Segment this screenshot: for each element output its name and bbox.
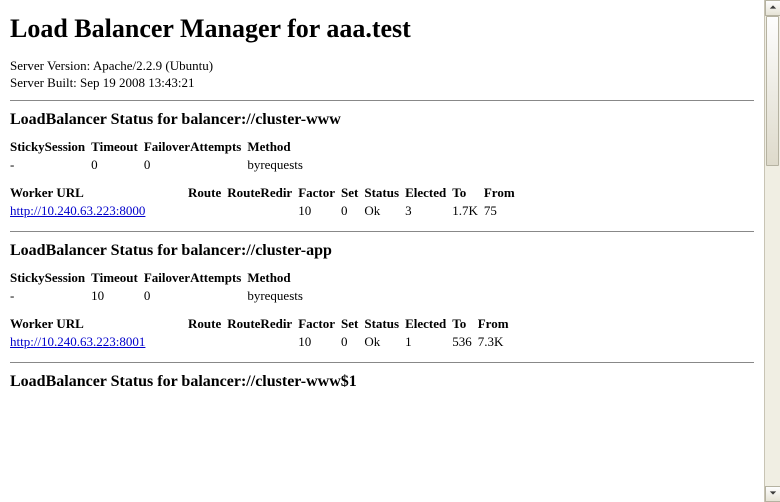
- col-from: From: [478, 316, 515, 334]
- cell-method: byrequests: [247, 288, 309, 306]
- cell-from: 7.3K: [478, 334, 515, 352]
- col-failover: FailoverAttempts: [144, 139, 247, 157]
- server-built-line: Server Built: Sep 19 2008 13:43:21: [10, 75, 754, 92]
- divider: [10, 231, 754, 232]
- cell-method: byrequests: [247, 157, 309, 175]
- col-route-redir: RouteRedir: [227, 316, 298, 334]
- vertical-scrollbar[interactable]: [764, 0, 780, 502]
- settings-row: - 10 0 byrequests: [10, 288, 309, 306]
- col-status: Status: [364, 185, 405, 203]
- divider: [10, 362, 754, 363]
- cell-set: 0: [341, 334, 364, 352]
- workers-header-row: Worker URL Route RouteRedir Factor Set S…: [10, 316, 515, 334]
- col-sticky: StickySession: [10, 270, 91, 288]
- cell-failover: 0: [144, 157, 247, 175]
- cell-failover: 0: [144, 288, 247, 306]
- col-route: Route: [188, 185, 227, 203]
- col-set: Set: [341, 316, 364, 334]
- divider: [10, 100, 754, 101]
- col-factor: Factor: [298, 185, 341, 203]
- content-area: Load Balancer Manager for aaa.test Serve…: [0, 0, 764, 502]
- balancer-title: LoadBalancer Status for balancer://clust…: [10, 111, 754, 129]
- cell-status: Ok: [364, 203, 405, 221]
- server-version-value: Apache/2.2.9 (Ubuntu): [93, 58, 213, 73]
- col-timeout: Timeout: [91, 139, 144, 157]
- col-factor: Factor: [298, 316, 341, 334]
- col-status: Status: [364, 316, 405, 334]
- settings-row: - 0 0 byrequests: [10, 157, 309, 175]
- col-elected: Elected: [405, 185, 452, 203]
- page-title: Load Balancer Manager for aaa.test: [10, 14, 754, 44]
- chevron-down-icon: [769, 486, 777, 502]
- cell-route-redir: [227, 334, 298, 352]
- col-set: Set: [341, 185, 364, 203]
- worker-row: http://10.240.63.223:8001 10 0 Ok 1 536 …: [10, 334, 515, 352]
- cell-elected: 1: [405, 334, 452, 352]
- cell-to: 536: [452, 334, 478, 352]
- col-worker-url: Worker URL: [10, 316, 188, 334]
- col-elected: Elected: [405, 316, 452, 334]
- col-timeout: Timeout: [91, 270, 144, 288]
- settings-header-row: StickySession Timeout FailoverAttempts M…: [10, 139, 309, 157]
- col-to: To: [452, 316, 478, 334]
- settings-header-row: StickySession Timeout FailoverAttempts M…: [10, 270, 309, 288]
- scroll-up-button[interactable]: [765, 0, 780, 16]
- worker-row: http://10.240.63.223:8000 10 0 Ok 3 1.7K…: [10, 203, 521, 221]
- chevron-up-icon: [769, 0, 777, 16]
- col-failover: FailoverAttempts: [144, 270, 247, 288]
- cell-status: Ok: [364, 334, 405, 352]
- col-route: Route: [188, 316, 227, 334]
- col-method: Method: [247, 270, 309, 288]
- scrollbar-track[interactable]: [765, 16, 780, 486]
- cell-route: [188, 334, 227, 352]
- cell-elected: 3: [405, 203, 452, 221]
- balancer-title: LoadBalancer Status for balancer://clust…: [10, 373, 754, 391]
- server-built-label: Server Built:: [10, 75, 77, 90]
- balancer-settings-table: StickySession Timeout FailoverAttempts M…: [10, 270, 309, 306]
- workers-table: Worker URL Route RouteRedir Factor Set S…: [10, 316, 515, 352]
- col-sticky: StickySession: [10, 139, 91, 157]
- cell-timeout: 0: [91, 157, 144, 175]
- workers-header-row: Worker URL Route RouteRedir Factor Set S…: [10, 185, 521, 203]
- scroll-down-button[interactable]: [765, 486, 780, 502]
- cell-set: 0: [341, 203, 364, 221]
- col-from: From: [484, 185, 521, 203]
- cell-from: 75: [484, 203, 521, 221]
- cell-route-redir: [227, 203, 298, 221]
- col-worker-url: Worker URL: [10, 185, 188, 203]
- cell-timeout: 10: [91, 288, 144, 306]
- col-route-redir: RouteRedir: [227, 185, 298, 203]
- cell-sticky: -: [10, 288, 91, 306]
- scrollbar-thumb[interactable]: [766, 16, 779, 166]
- cell-factor: 10: [298, 203, 341, 221]
- cell-to: 1.7K: [452, 203, 484, 221]
- server-built-value: Sep 19 2008 13:43:21: [80, 75, 194, 90]
- worker-url-link[interactable]: http://10.240.63.223:8000: [10, 203, 145, 218]
- cell-factor: 10: [298, 334, 341, 352]
- col-method: Method: [247, 139, 309, 157]
- col-to: To: [452, 185, 484, 203]
- cell-route: [188, 203, 227, 221]
- balancer-title: LoadBalancer Status for balancer://clust…: [10, 242, 754, 260]
- server-version-label: Server Version:: [10, 58, 90, 73]
- balancer-settings-table: StickySession Timeout FailoverAttempts M…: [10, 139, 309, 175]
- workers-table: Worker URL Route RouteRedir Factor Set S…: [10, 185, 521, 221]
- worker-url-link[interactable]: http://10.240.63.223:8001: [10, 334, 145, 349]
- server-version-line: Server Version: Apache/2.2.9 (Ubuntu): [10, 58, 754, 75]
- cell-sticky: -: [10, 157, 91, 175]
